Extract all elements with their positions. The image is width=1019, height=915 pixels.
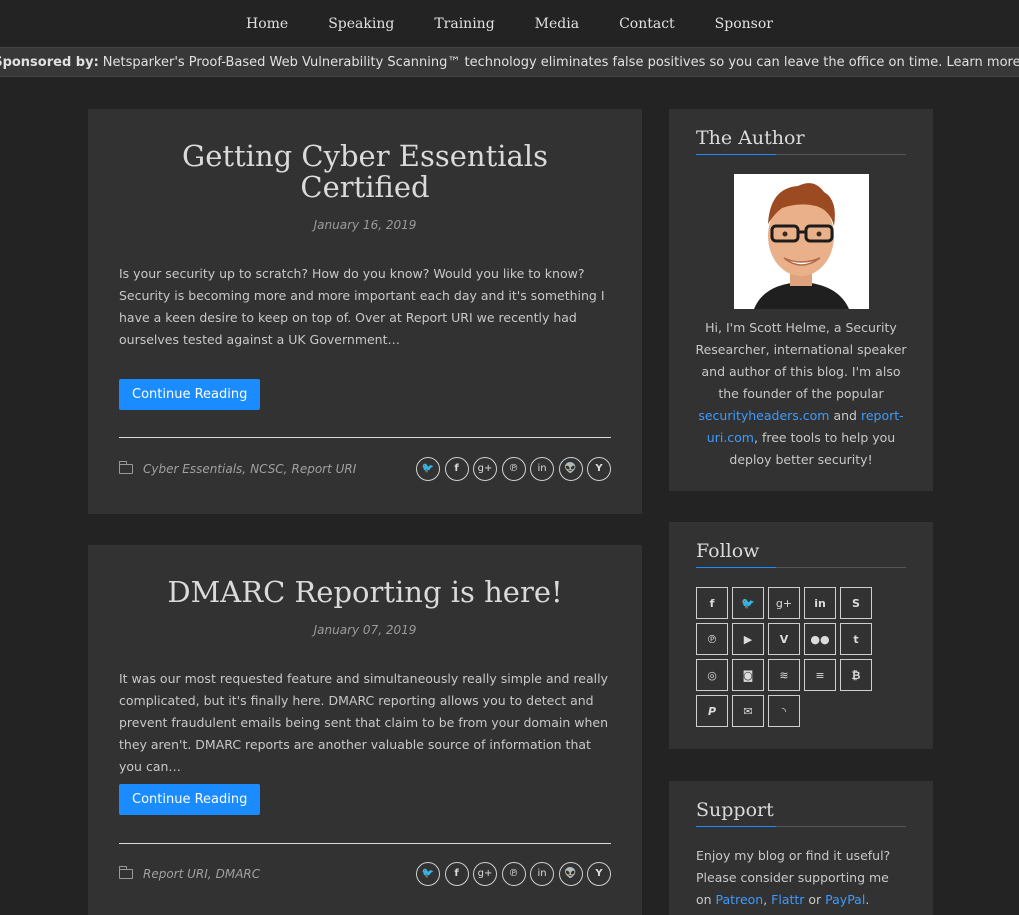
patreon-link[interactable]: Patreon <box>716 892 764 907</box>
securityheaders-link[interactable]: securityheaders.com <box>698 408 829 423</box>
widget-divider <box>696 826 906 827</box>
twitter-icon[interactable]: 🐦 <box>732 587 764 619</box>
widget-divider <box>696 154 906 155</box>
author-photo <box>734 174 869 309</box>
post-tags: Cyber Essentials, NCSC, Report URI <box>119 461 360 476</box>
nav-training[interactable]: Training <box>434 16 494 32</box>
facebook-icon[interactable]: f <box>444 862 469 886</box>
tag-link[interactable]: Cyber Essentials, <box>143 462 246 476</box>
reddit-icon[interactable]: 👽 <box>558 862 583 886</box>
author-bio-text: and <box>829 408 861 423</box>
sponsor-text[interactable]: Netsparker's Proof-Based Web Vulnerabili… <box>103 55 1019 70</box>
share-buttons: 🐦 f g+ ℗ in 👽 Y <box>412 862 611 886</box>
post-title[interactable]: DMARC Reporting is here! <box>88 577 642 608</box>
post-card: Getting Cyber Essentials Certified Janua… <box>88 109 642 514</box>
post-excerpt: Is your security up to scratch? How do y… <box>119 266 605 347</box>
top-nav: Home Speaking Training Media Contact Spo… <box>0 0 1019 47</box>
skype-icon[interactable]: S <box>840 587 872 619</box>
support-text-part: . <box>865 892 870 907</box>
widget-title: The Author <box>696 127 805 149</box>
linkedin-icon[interactable]: in <box>804 587 836 619</box>
facebook-icon[interactable]: f <box>696 587 728 619</box>
post-card: DMARC Reporting is here! January 07, 201… <box>88 545 642 915</box>
tag-link[interactable]: NCSC, <box>250 462 287 476</box>
author-bio-text: , free tools to help you deploy better s… <box>729 430 896 467</box>
tumblr-icon[interactable]: t <box>840 623 872 655</box>
sponsor-label: Sponsored by: <box>0 54 99 70</box>
support-text: Enjoy my blog or find it useful? Please … <box>696 845 908 911</box>
paypal-icon[interactable]: P <box>696 695 728 727</box>
google-plus-icon[interactable]: g+ <box>473 862 497 886</box>
author-bio: Hi, I'm Scott Helme, a Security Research… <box>693 317 909 471</box>
nav-media[interactable]: Media <box>535 16 579 32</box>
twitter-icon[interactable]: 🐦 <box>416 457 440 481</box>
vimeo-icon[interactable]: V <box>768 623 800 655</box>
reddit-icon[interactable]: 👽 <box>558 457 583 481</box>
paypal-link[interactable]: PayPal <box>825 892 865 907</box>
hacker-news-icon[interactable]: Y <box>587 862 611 886</box>
linkedin-icon[interactable]: in <box>530 457 554 481</box>
nav-home[interactable]: Home <box>246 16 288 32</box>
folder-icon <box>119 461 133 474</box>
nav-speaking[interactable]: Speaking <box>328 16 394 32</box>
stackoverflow-icon[interactable]: ≋ <box>768 659 800 691</box>
nav-sponsor[interactable]: Sponsor <box>715 16 773 32</box>
follow-widget: Follow f 🐦 g+ in S ℗ ▶ V ●● t ◎ ◙ ≋ ≡ ₿ … <box>669 522 933 749</box>
share-buttons: 🐦 f g+ ℗ in 👽 Y <box>412 457 611 481</box>
tag-link[interactable]: Report URI <box>292 462 357 476</box>
post-divider <box>119 437 611 438</box>
post-date: January 16, 2019 <box>313 218 417 232</box>
twitter-icon[interactable]: 🐦 <box>416 862 440 886</box>
post-divider <box>119 843 611 844</box>
stack-exchange-icon[interactable]: ≡ <box>804 659 836 691</box>
tag-link[interactable]: DMARC <box>216 867 261 881</box>
flattr-link[interactable]: Flattr <box>771 892 804 907</box>
author-widget: The Author Hi, I'm Scott Helme, a Securi… <box>669 109 933 491</box>
follow-icons: f 🐦 g+ in S ℗ ▶ V ●● t ◎ ◙ ≋ ≡ ₿ P ✉ ◝ <box>696 587 872 727</box>
widget-title: Follow <box>696 540 760 562</box>
support-text-part: or <box>804 892 826 907</box>
instagram-icon[interactable]: ◙ <box>732 659 764 691</box>
google-plus-icon[interactable]: g+ <box>473 457 497 481</box>
post-title-line[interactable]: Getting Cyber Essentials <box>182 139 548 173</box>
github-icon[interactable]: ◎ <box>696 659 728 691</box>
tag-link[interactable]: Report URI, <box>143 867 212 881</box>
flickr-icon[interactable]: ●● <box>804 623 836 655</box>
support-text-part: , <box>763 892 772 907</box>
linkedin-icon[interactable]: in <box>530 862 554 886</box>
author-avatar <box>734 174 869 309</box>
widget-divider <box>696 567 906 568</box>
pinterest-icon[interactable]: ℗ <box>501 457 526 481</box>
rss-icon[interactable]: ◝ <box>768 695 800 727</box>
facebook-icon[interactable]: f <box>444 457 469 481</box>
pinterest-icon[interactable]: ℗ <box>501 862 526 886</box>
pinterest-icon[interactable]: ℗ <box>696 623 728 655</box>
bitcoin-icon[interactable]: ₿ <box>840 659 872 691</box>
email-icon[interactable]: ✉ <box>732 695 764 727</box>
post-excerpt: It was our most requested feature and si… <box>119 671 609 774</box>
post-tags: Report URI, DMARC <box>119 866 264 881</box>
google-plus-icon[interactable]: g+ <box>768 587 800 619</box>
post-title-line[interactable]: Certified <box>300 170 429 204</box>
folder-icon <box>119 866 133 879</box>
author-bio-text: Hi, I'm Scott Helme, a Security Research… <box>695 320 907 401</box>
post-title[interactable]: Getting Cyber Essentials Certified <box>88 141 642 203</box>
support-widget: Support Enjoy my blog or find it useful?… <box>669 781 933 915</box>
sponsor-bar[interactable]: Sponsored by: Netsparker's Proof-Based W… <box>0 47 1019 77</box>
post-date: January 07, 2019 <box>313 623 417 637</box>
continue-reading-button[interactable]: Continue Reading <box>119 784 261 815</box>
continue-reading-button[interactable]: Continue Reading <box>119 379 261 410</box>
nav-contact[interactable]: Contact <box>619 16 675 32</box>
youtube-icon[interactable]: ▶ <box>732 623 764 655</box>
widget-title: Support <box>696 799 774 821</box>
hacker-news-icon[interactable]: Y <box>587 457 611 481</box>
